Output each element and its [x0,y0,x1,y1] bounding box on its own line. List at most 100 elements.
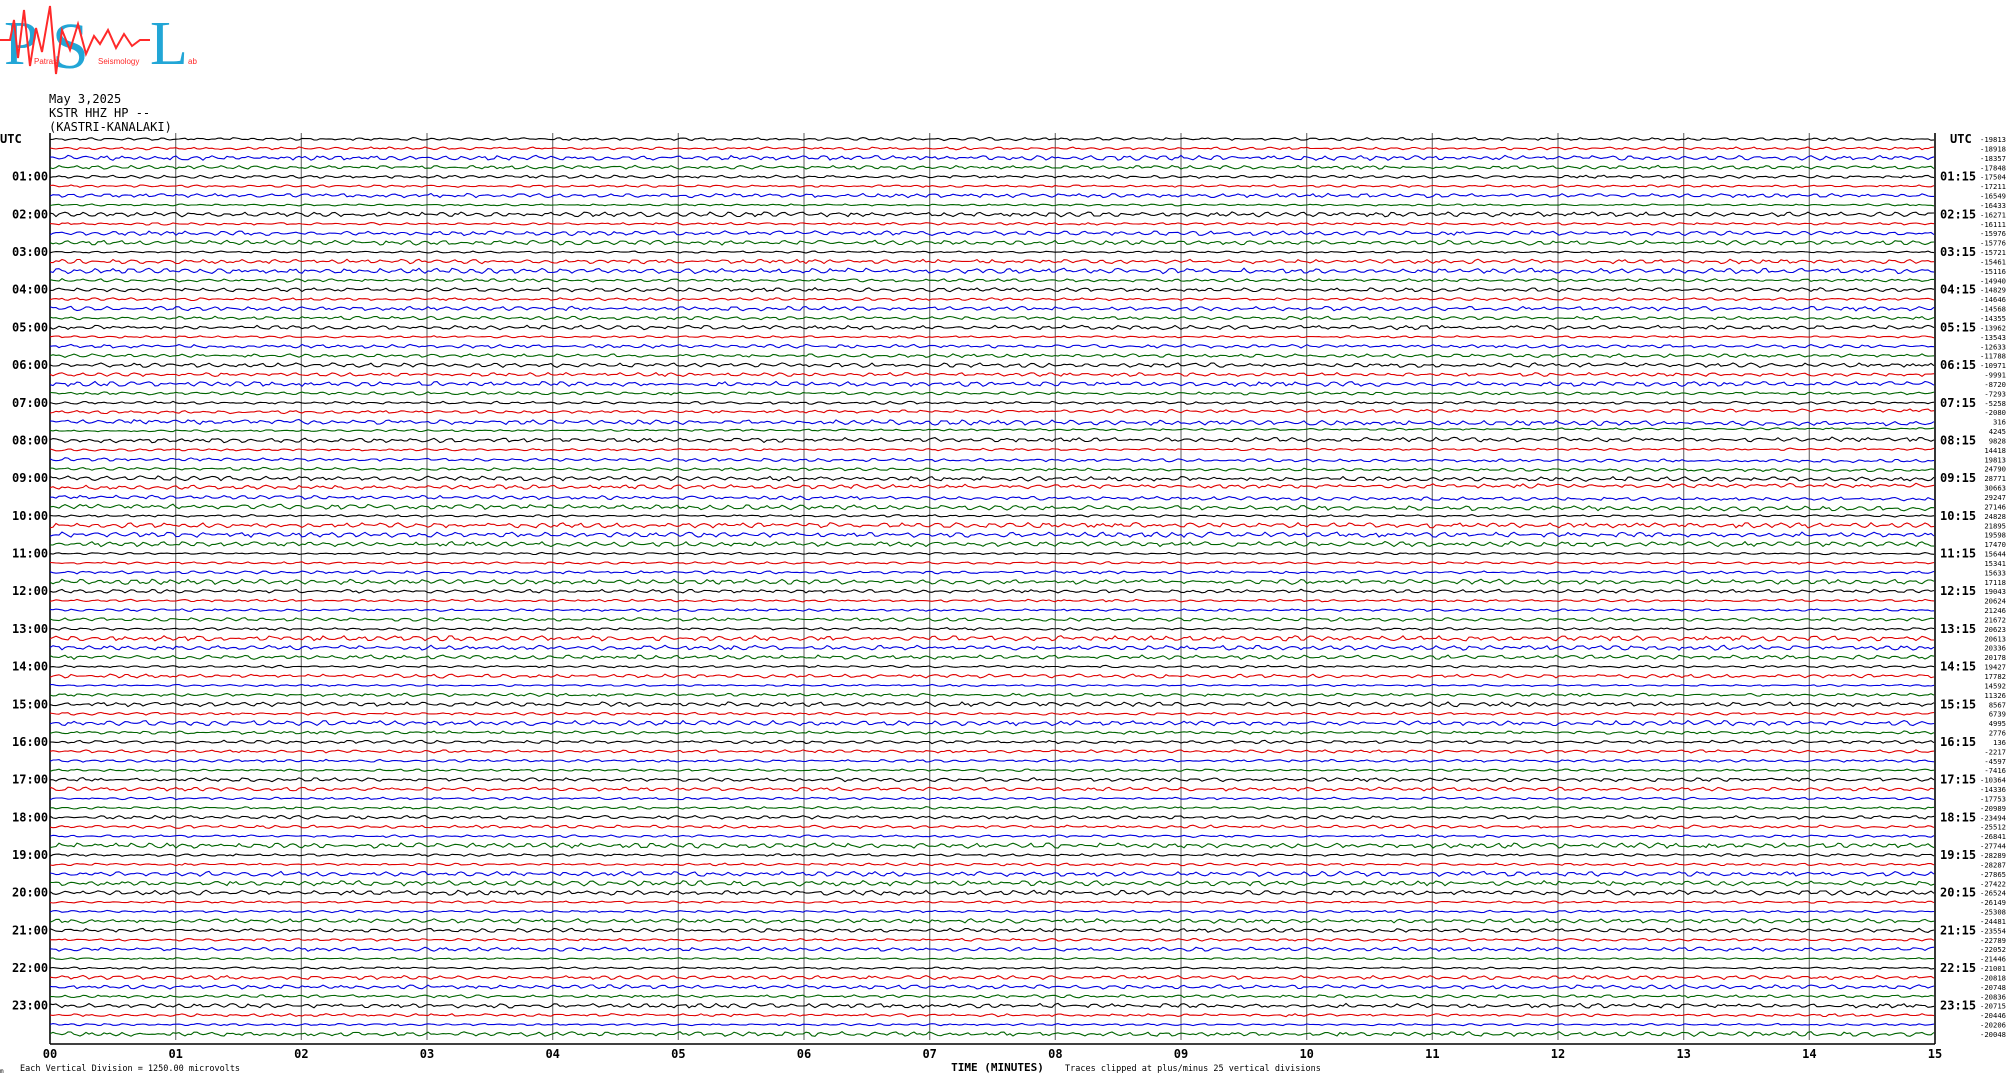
trace-offset-value: -24481 [1980,917,2006,926]
x-tick-label: 12 [1551,1047,1565,1061]
trace-line [49,806,1935,810]
trace-line [49,391,1935,396]
trace-line [49,1031,1935,1038]
trace-offset-value: -14355 [1980,314,2006,323]
trace-line [49,730,1935,735]
trace-line [49,561,1935,565]
trace-offset-value: -8720 [1984,380,2006,389]
hour-label-right: 14:15 [1940,660,1976,674]
x-tick-label: 14 [1802,1047,1816,1061]
x-tick-label: 09 [1174,1047,1188,1061]
trace-line [49,644,1935,651]
x-tick-label: 10 [1299,1047,1313,1061]
trace-offset-value: 17118 [1984,578,2006,587]
trace-line [49,136,1935,142]
trace-line [49,475,1935,483]
hour-label-right: 05:15 [1940,320,1976,334]
trace-offset-value: 15644 [1984,550,2006,559]
trace-line [49,626,1935,631]
x-tick-label: 07 [922,1047,936,1061]
trace-line [49,786,1935,792]
trace-line [49,918,1935,924]
trace-line [49,521,1935,529]
trace-offset-value: 19043 [1984,587,2006,596]
hour-label-left: 02:00 [12,207,48,221]
trace-offset-value: 24828 [1984,512,2006,521]
trace-offset-value: -22789 [1980,936,2006,945]
trace-line [49,324,1935,331]
trace-offset-value: 20336 [1984,644,2006,653]
helicorder-plot: UTC UTC 01:00 02:00 03:00 04:00 05:00 06:00 07:0… [0,132,2006,1075]
trace-offset-value: 14418 [1984,446,2006,455]
trace-line [49,211,1935,218]
x-tick-label: 08 [1048,1047,1062,1061]
trace-line [49,758,1935,763]
trace-line [49,503,1935,512]
trace-offset-value: -14336 [1980,785,2006,794]
trace-offset-value: -15461 [1980,257,2006,266]
trace-line [49,879,1935,887]
hour-label-right: 21:15 [1940,923,1976,937]
trace-offset-value: 19427 [1984,663,2006,672]
left-axis-title: UTC [0,132,22,146]
trace-line [49,514,1935,518]
trace-offset-value: -26524 [1980,889,2006,898]
trace-offset-value: -16433 [1980,201,2006,210]
trace-offset-value: 20624 [1984,597,2006,606]
trace-offset-value: 19813 [1984,455,2006,464]
hour-label-right: 19:15 [1940,848,1976,862]
hour-label-left: 03:00 [12,245,48,259]
trace-offset-value: 24790 [1984,465,2006,474]
trace-offset-value: -26841 [1980,832,2006,841]
hour-label-left: 06:00 [12,358,48,372]
trace-offset-value: -15721 [1980,248,2006,257]
trace-offset-value: -19813 [1980,135,2006,144]
hour-label-left: 19:00 [12,848,48,862]
clip-note: Traces clipped at plus/minus 25 vertical… [1065,1064,1321,1074]
trace-line [49,692,1935,698]
trace-line [49,531,1935,538]
trace-offset-value: -23554 [1980,926,2006,935]
hour-label-right: 18:15 [1940,810,1976,824]
trace-offset-value: -5258 [1984,399,2006,408]
trace-line [49,617,1935,622]
trace-offset-value: 19598 [1984,531,2006,540]
trace-line [50,494,1935,502]
trace-offset-value: 6739 [1989,710,2006,719]
trace-offset-value: -14646 [1980,295,2006,304]
trace-line [49,608,1935,613]
hour-label-right: 08:15 [1940,433,1976,447]
trace-line [49,966,1935,970]
trace-line [49,870,1935,877]
hour-label-left: 16:00 [12,735,48,749]
hour-label-right: 11:15 [1940,547,1976,561]
trace-line [49,578,1935,585]
trace-offset-value: 20613 [1984,634,2006,643]
trace-offset-value: -11788 [1980,352,2006,361]
hour-label-right: 06:15 [1940,358,1976,372]
trace-line [49,1002,1935,1009]
trace-line [50,258,1935,265]
hour-label-right: 07:15 [1940,396,1976,410]
trace-line [49,777,1935,783]
trace-offset-value: -7416 [1984,766,2006,775]
hour-label-right: 16:15 [1940,735,1976,749]
trace-offset-value: -17211 [1980,182,2006,191]
hour-label-left: 08:00 [12,433,48,447]
trace-offset-value: -14829 [1980,286,2006,295]
trace-offset-value: -16549 [1980,192,2006,201]
x-tick-label: 02 [294,1047,308,1061]
trace-line [49,946,1935,952]
hour-label-right: 12:15 [1940,584,1976,598]
trace-line [49,598,1935,603]
trace-offset-value: -9991 [1984,371,2006,380]
x-tick-label: 05 [671,1047,685,1061]
x-tick-label: 01 [168,1047,182,1061]
trace-line [49,824,1935,830]
hour-label-right: 22:15 [1940,961,1976,975]
trace-offset-value: 28771 [1984,474,2006,483]
trace-line [49,834,1935,838]
hour-label-left: 05:00 [12,320,48,334]
hour-label-right: 13:15 [1940,622,1976,636]
trace-line [49,418,1935,427]
